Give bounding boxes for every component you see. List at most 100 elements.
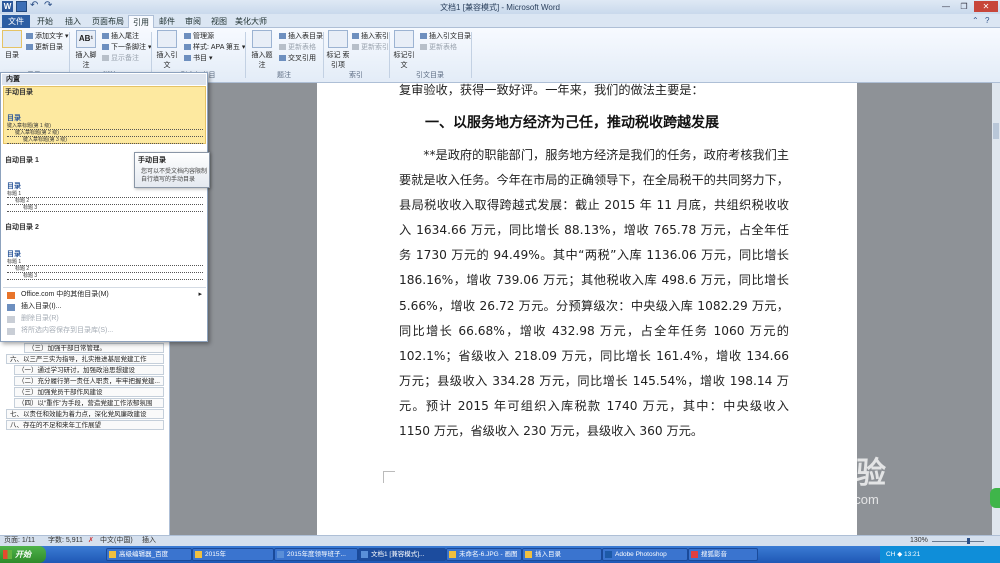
nav-item[interactable]: （三）加强干部日常管理。 [24,343,164,353]
tab-view[interactable]: 视图 [207,15,231,28]
dropdown-section-header: 内置 [2,74,206,85]
update-table-button[interactable]: 更新表格 [279,42,316,52]
insert-citation-button[interactable]: 插入引文 [154,30,180,70]
toc-option-title: 手动目录 [5,89,33,96]
tab-references[interactable]: 引用 [128,15,154,28]
citation-icon [157,30,177,48]
citation-style-select[interactable]: 样式: APA 第五 ▾ [184,42,245,52]
update-index-icon [352,44,359,50]
show-notes-icon [102,55,109,61]
taskbar-item[interactable]: 2015年 [192,548,274,561]
minimize-icon[interactable]: — [938,1,954,12]
update-toc-icon [26,44,33,50]
toc-option-auto-2[interactable]: 目录 标题 1 标题 2 标题 3 [7,249,203,280]
insert-caption-button[interactable]: 插入题注 [249,30,275,70]
update-authorities-button[interactable]: 更新表格 [420,42,457,52]
start-button[interactable]: 开始 [0,546,46,563]
toc-button[interactable]: 目录 [2,30,22,60]
cross-reference-button[interactable]: 交叉引用 [279,53,316,63]
taskbar-item[interactable]: 高级编辑器_百度 [106,548,192,561]
toc-icon [2,30,22,48]
insert-mode[interactable]: 插入 [142,536,156,546]
insert-table-of-authorities-button[interactable]: 插入引文目录 [420,31,471,41]
table-of-authorities-icon [420,33,427,39]
taskbar-item[interactable]: 插入目录 [522,548,602,561]
taskbar-item-active[interactable]: 文档1 [兼容模式]... [358,548,446,561]
group-label-captions: 题注 [277,72,291,79]
window-title: 文档1 [兼容模式] - Microsoft Word [440,3,560,12]
menu-item-remove-toc[interactable]: 删除目录(R) [3,313,206,325]
close-icon[interactable]: ✕ [974,1,998,12]
taskbar-item[interactable]: 2015年度领导班子... [274,548,358,561]
zoom-level[interactable]: 130% [910,536,928,546]
nav-item[interactable]: 八、存在的不足和来年工作展望 [6,420,164,430]
title-bar: W ↶ ↷ 文档1 [兼容模式] - Microsoft Word — ❐ ✕ [0,0,1000,14]
show-notes-button[interactable]: 显示备注 [102,53,139,63]
manage-sources-icon [184,33,191,39]
nav-item[interactable]: （四）以“重作”为手段，营造党建工作浓郁氛围 [14,398,164,408]
bibliography-button[interactable]: 书目 ▾ [184,53,212,63]
manage-sources-button[interactable]: 管理源 [184,31,214,41]
margin-crop-mark [383,471,395,483]
zoom-slider-thumb[interactable] [967,538,970,544]
tab-beautify[interactable]: 美化大师 [233,15,269,28]
previous-paragraph-line: 复审验收，获得一致好评。一年来，我们的做法主要是： [399,83,704,97]
side-float-button[interactable] [990,488,1000,508]
tab-home[interactable]: 开始 [32,15,58,28]
menu-item-office-toc[interactable]: Office.com 中的其他目录(M) ▸ [3,289,206,301]
taskbar-item[interactable]: Adobe Photoshop [602,548,688,561]
tab-insert[interactable]: 插入 [60,15,86,28]
help-icon[interactable]: ? [985,16,994,25]
add-text-icon [26,33,33,39]
zoom-slider[interactable] [932,541,984,542]
menu-item-save-selection[interactable]: 将所选内容保存到目录库(S)... [3,325,206,337]
tab-review[interactable]: 审阅 [181,15,205,28]
toc-option-manual[interactable]: 目录 键入章标题(第 1 级) 键入章标题(第 2 级) 键入章标题(第 3 级… [7,113,203,144]
nav-item[interactable]: （一）通过学习研讨，加强政治思想建设 [14,365,164,375]
add-text-button[interactable]: 添加文字 ▾ [26,31,68,41]
vertical-scrollbar[interactable] [992,83,1000,535]
tab-file[interactable]: 文件 [2,15,30,28]
remove-toc-icon [7,316,15,323]
update-index-button[interactable]: 更新索引 [352,42,389,52]
paint-icon [449,551,456,558]
toc-option-title: 自动目录 1 [5,157,39,164]
menu-item-insert-toc[interactable]: 插入目录(I)... [3,301,206,313]
body-paragraph: **是政府的职能部门，服务地方经济是我们的任务，政府考核我们主要就是收入任务。今… [399,148,789,439]
maximize-icon[interactable]: ❐ [956,1,972,12]
window-controls: — ❐ ✕ [938,1,998,12]
mark-citation-button[interactable]: 标记引文 [392,30,416,70]
update-toc-button[interactable]: 更新目录 [26,42,63,52]
update-authorities-icon [420,44,427,50]
ribbon-separator [471,32,472,78]
tab-page-layout[interactable]: 页面布局 [88,15,128,28]
next-footnote-button[interactable]: 下一条脚注 ▾ [102,42,151,52]
insert-table-of-figures-button[interactable]: 插入表目录 [279,31,323,41]
mark-entry-icon [328,30,348,48]
taskbar-item[interactable]: 未命名-6.JPG - 画图 [446,548,522,561]
watermark-logo: Bai 经验 [766,457,888,490]
mark-entry-button[interactable]: 标记 索引项 [326,30,350,70]
tab-mailings[interactable]: 邮件 [155,15,179,28]
ribbon-tabs: 文件 开始 插入 页面布局 引用 邮件 审阅 视图 美化大师 ⌃ ? [0,14,1000,28]
insert-footnote-button[interactable]: AB¹ 插入脚注 [73,30,99,70]
nav-item[interactable]: （三）加强党员干部作风建设 [14,387,164,397]
scrollbar-thumb[interactable] [993,123,999,139]
page-count[interactable]: 页面: 1/11 [4,536,35,546]
system-tray[interactable]: CH ◆ 13:21 [880,546,1000,563]
ribbon-right-controls: ⌃ ? [972,16,994,25]
insert-toc-icon [7,304,15,311]
language-indicator[interactable]: 中文(中国) [100,536,133,546]
style-icon [184,44,191,50]
nav-item[interactable]: 七、以责任和效能为着力点，深化党风廉政建设 [6,409,164,419]
insert-index-button[interactable]: 插入索引 [352,31,389,41]
nav-item[interactable]: 六、以三严三实为指导，扎实推进基层党建工作 [6,354,164,364]
word-count[interactable]: 字数: 5,911 [48,536,83,546]
taskbar-item[interactable]: 搜狐影音 [688,548,758,561]
office-icon [7,292,15,299]
word-doc-icon [277,551,284,558]
insert-endnote-button[interactable]: 插入尾注 [102,31,139,41]
nav-item[interactable]: （二）充分履行第一责任人职责，牢牢把握党建... [14,376,164,386]
collapse-ribbon-icon[interactable]: ⌃ [972,16,981,25]
proofing-icon[interactable]: ✗ [88,536,94,546]
